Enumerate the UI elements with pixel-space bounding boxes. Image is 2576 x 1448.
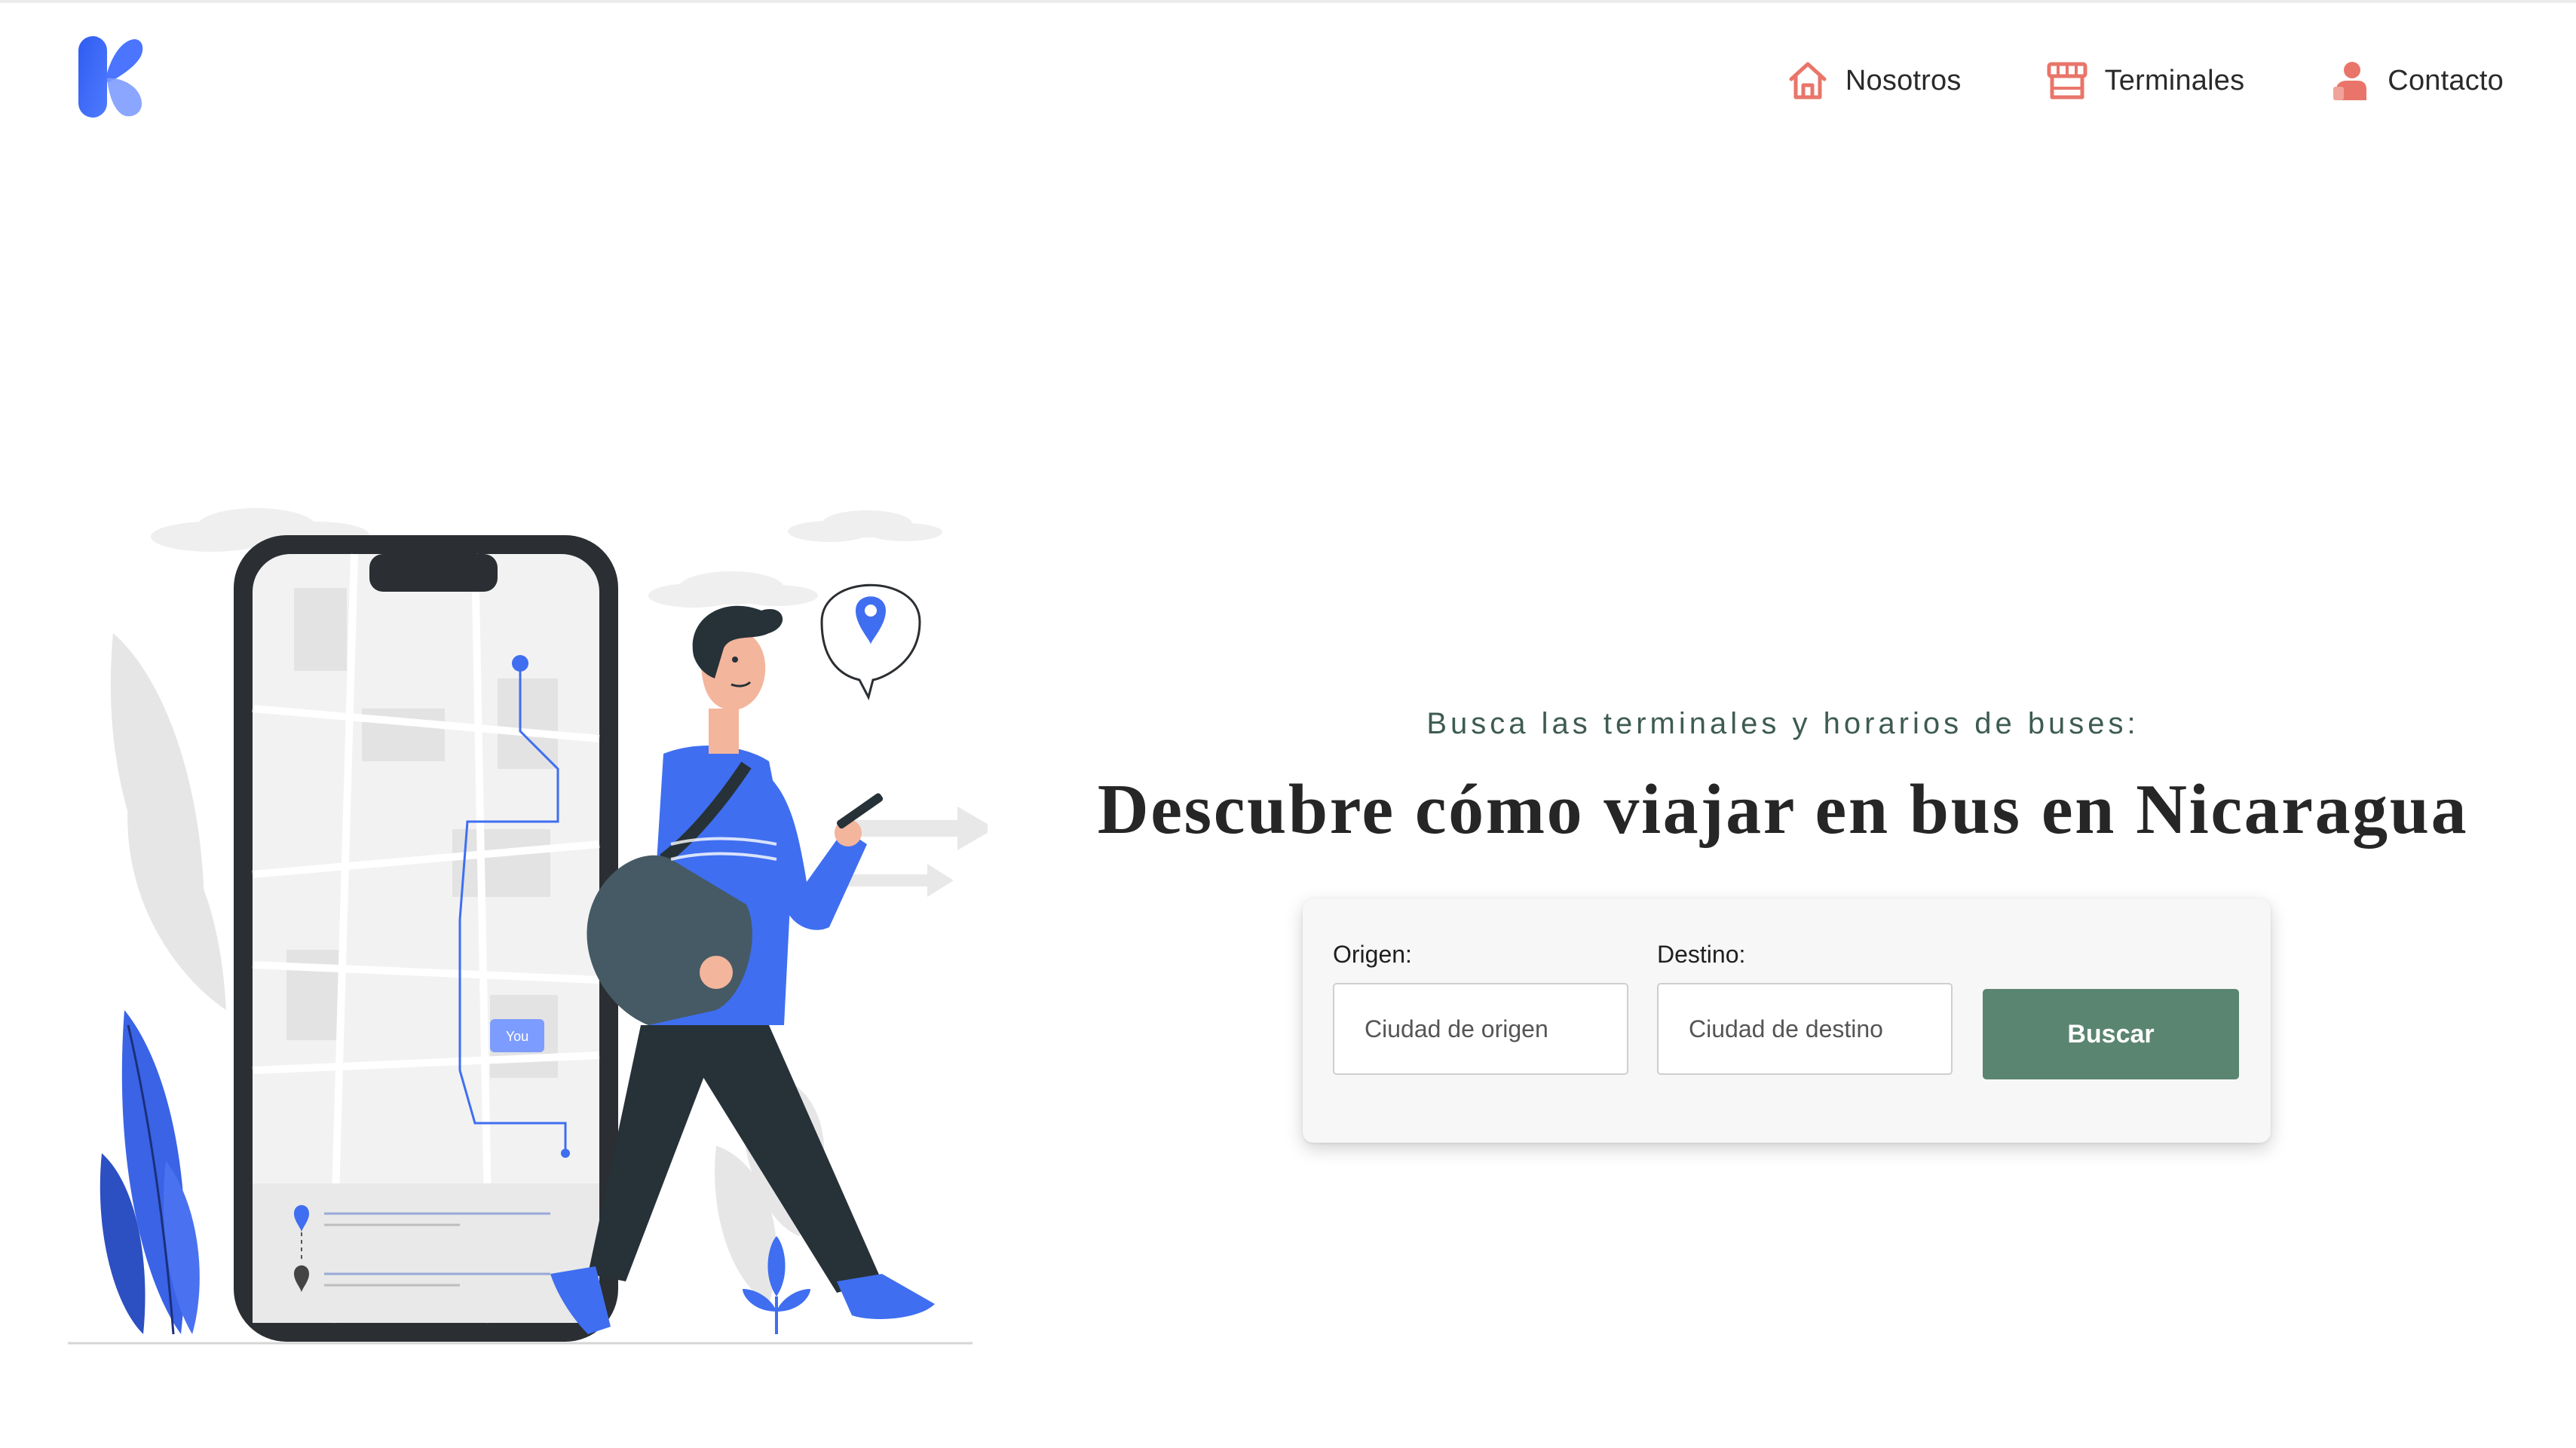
blue-plant — [100, 1010, 200, 1335]
brand-logo[interactable] — [75, 33, 146, 121]
nav-label-nosotros: Nosotros — [1845, 64, 1962, 96]
nav-label-terminales: Terminales — [2104, 64, 2245, 96]
hero-headline: Descubre cómo viajar en bus en Nicaragua — [1097, 770, 2469, 849]
phone-mockup: You — [234, 535, 618, 1342]
destination-label: Destino: — [1657, 941, 1746, 968]
nav-item-contacto[interactable]: Contacto — [2327, 58, 2504, 103]
origin-label: Origen: — [1333, 941, 1412, 968]
search-button[interactable]: Buscar — [1983, 989, 2239, 1079]
home-icon — [1789, 62, 1827, 99]
destination-field: Destino: — [1657, 941, 1953, 1075]
top-border — [0, 0, 2576, 3]
location-bubble — [820, 583, 921, 701]
storefront-icon — [2047, 62, 2087, 99]
hero-illustration: You — [68, 508, 988, 1345]
nav-item-terminales[interactable]: Terminales — [2045, 58, 2245, 103]
you-map-label: You — [506, 1029, 528, 1044]
origin-field: Origen: — [1333, 941, 1628, 1075]
destination-input[interactable] — [1657, 983, 1953, 1075]
main-nav: Nosotros Terminales Contacto — [1785, 53, 2504, 109]
person-icon — [2333, 62, 2367, 100]
origin-input[interactable] — [1333, 983, 1628, 1075]
search-form: Origen: Destino: Buscar — [1303, 898, 2271, 1143]
hero-subtitle: Busca las terminales y horarios de buses… — [1426, 707, 2140, 740]
nav-item-nosotros[interactable]: Nosotros — [1785, 58, 1962, 103]
nav-label-contacto: Contacto — [2388, 64, 2504, 96]
